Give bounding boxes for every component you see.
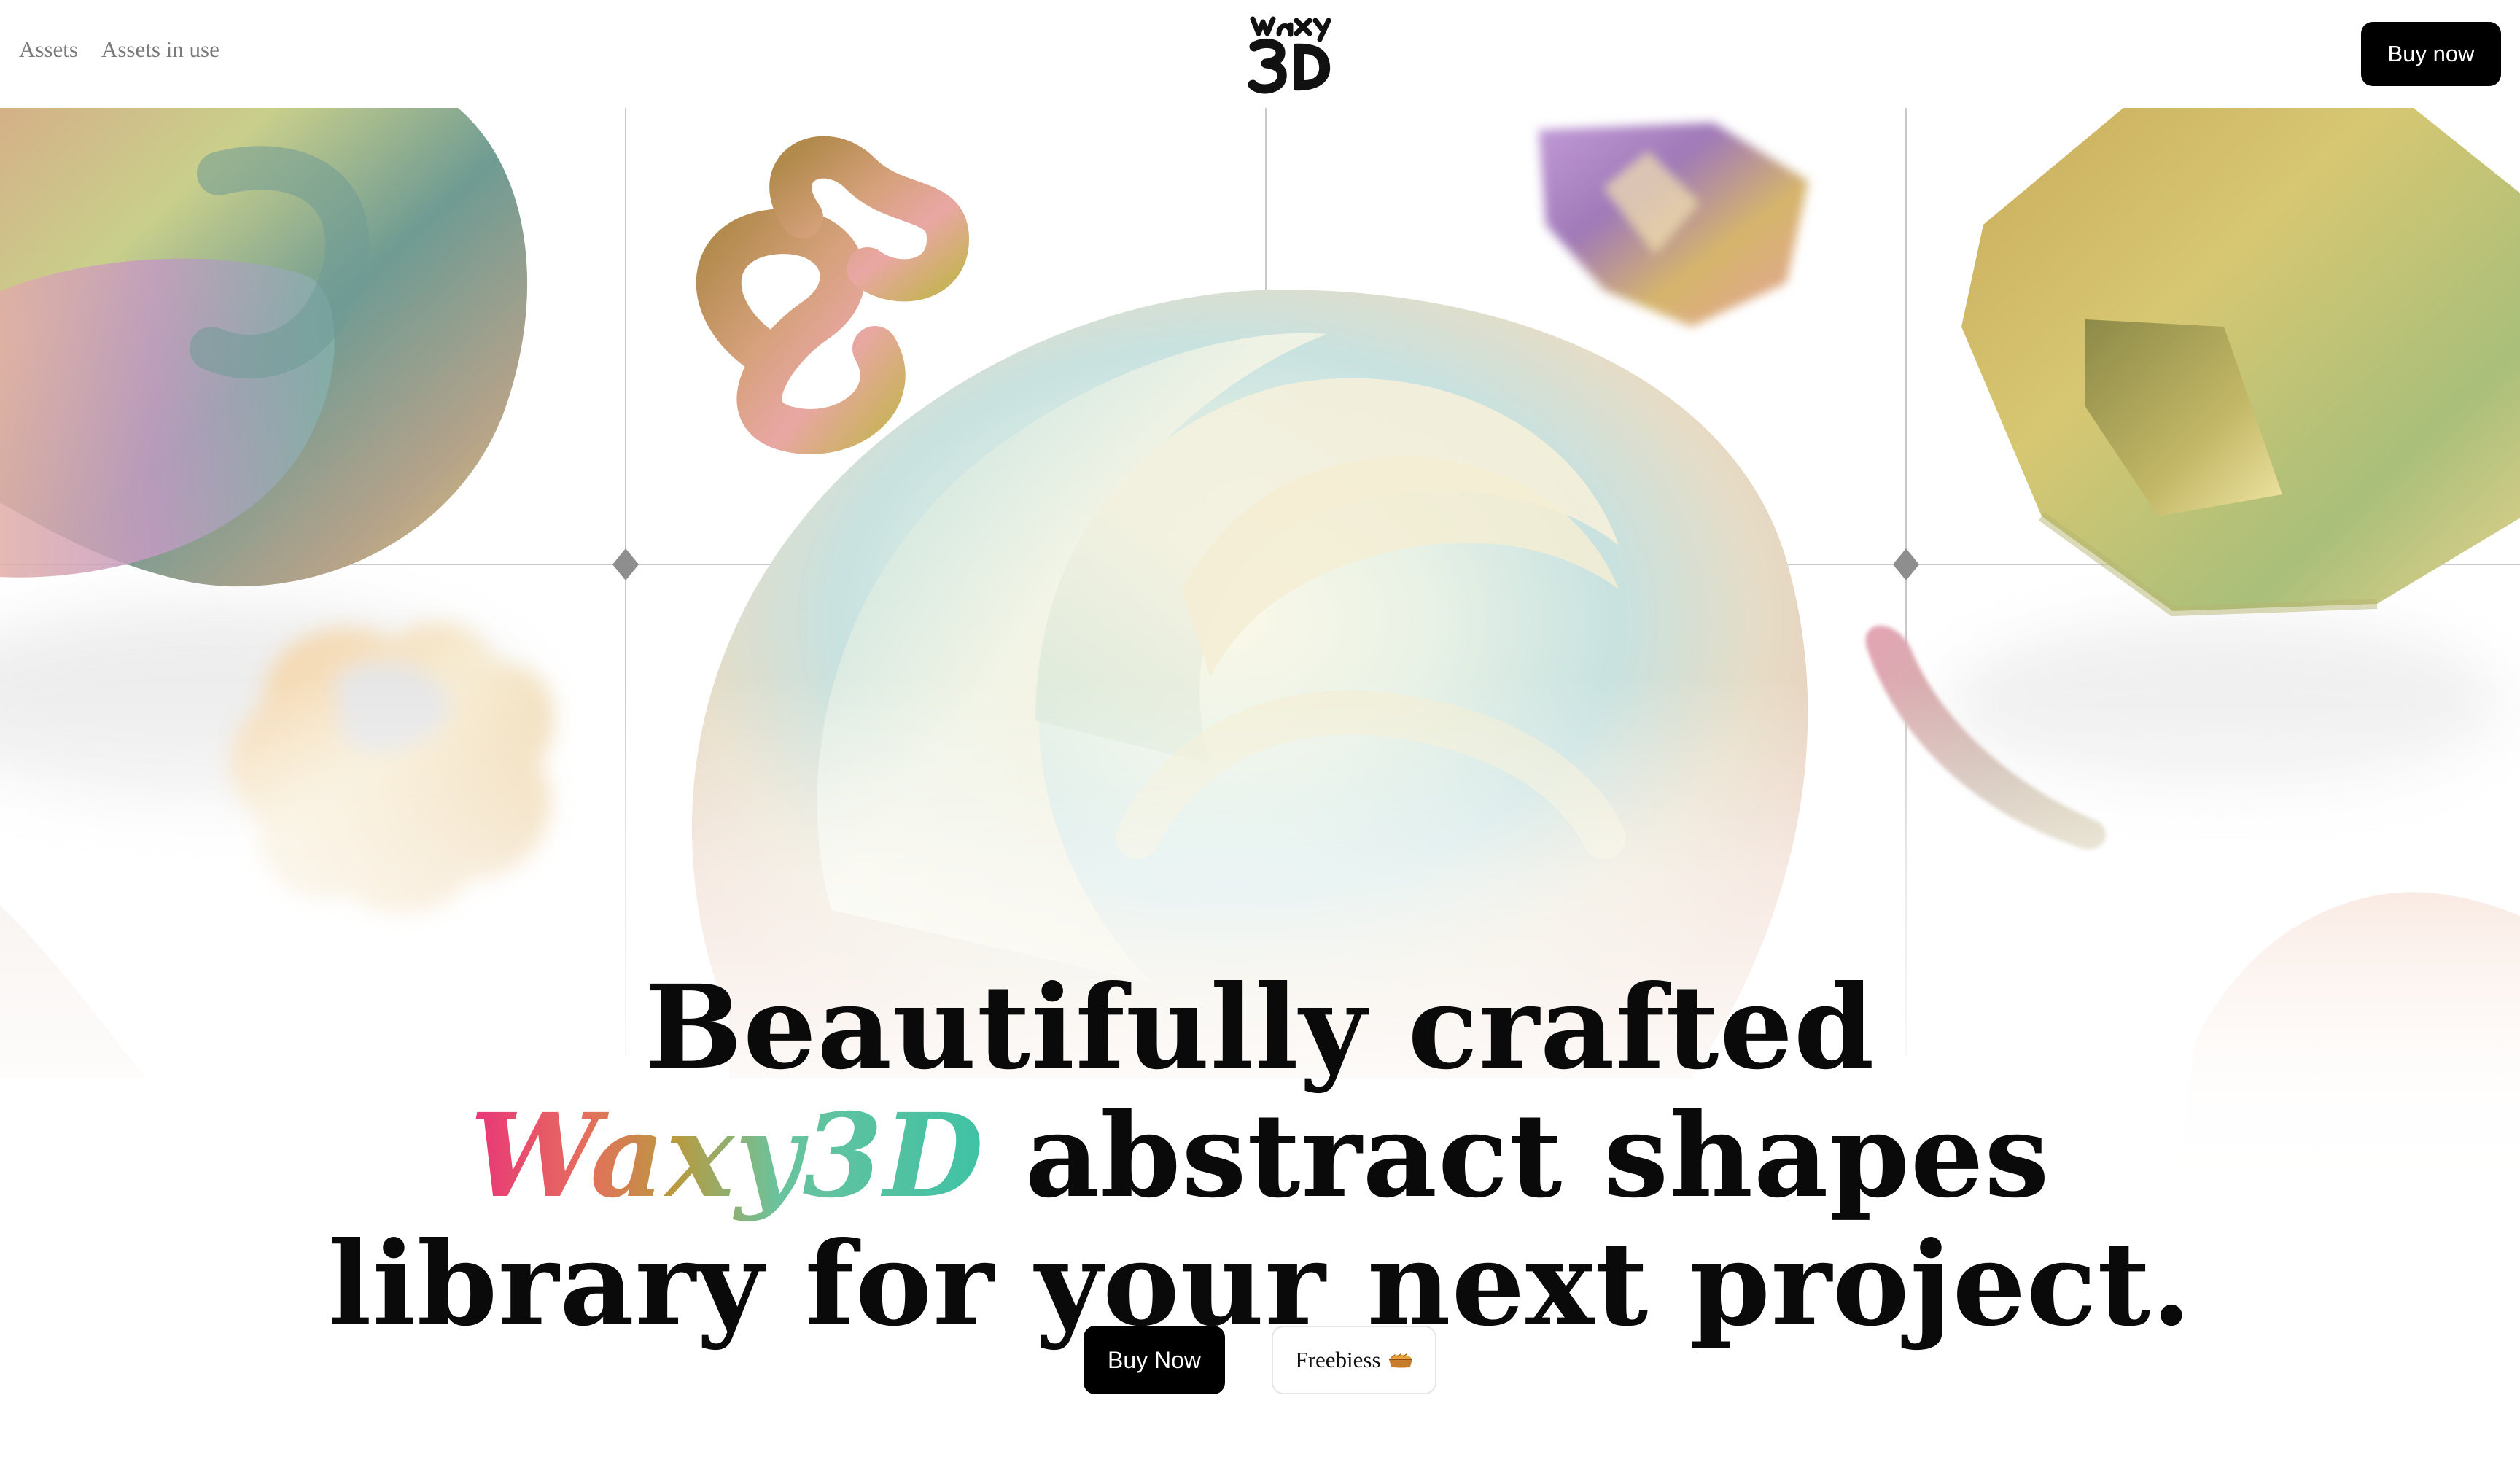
nav-link-assets[interactable]: Assets [19,36,78,63]
ring-shape [0,108,528,587]
tangle-shape [696,136,970,454]
gem-shape [1539,123,1808,327]
headline-line-1: Beautifully crafted [645,960,1875,1095]
top-navigation-bar: Assets Assets in use Buy now [0,0,2520,108]
freebies-label: Freebiess [1295,1347,1381,1372]
primary-nav: Assets Assets in use [19,36,219,63]
pie-icon [1388,1353,1412,1368]
waxy3d-landing-page: Assets Assets in use Buy now Beautifully… [0,0,2520,1457]
brand-name-gradient: Waxy3D [470,1088,984,1224]
hero-headline: Beautifully crafted Waxy3D abstract shap… [0,960,2520,1349]
nav-link-assets-in-use[interactable]: Assets in use [101,36,219,63]
hero-buy-now-button[interactable]: Buy Now [1084,1326,1225,1394]
square-tube-shape [1961,108,2520,617]
hero-cta-row: Buy Now Freebiess [0,1326,2520,1394]
freebies-button[interactable]: Freebiess [1272,1326,1436,1394]
headline-line-2-rest: abstract shapes [984,1088,2050,1224]
headline-line-2: Waxy3D abstract shapes [0,1092,2520,1221]
hero-section: Beautifully crafted Waxy3D abstract shap… [0,108,2520,1457]
waxy3d-logo[interactable] [1248,15,1334,95]
header-buy-now-button[interactable]: Buy now [2361,22,2501,86]
